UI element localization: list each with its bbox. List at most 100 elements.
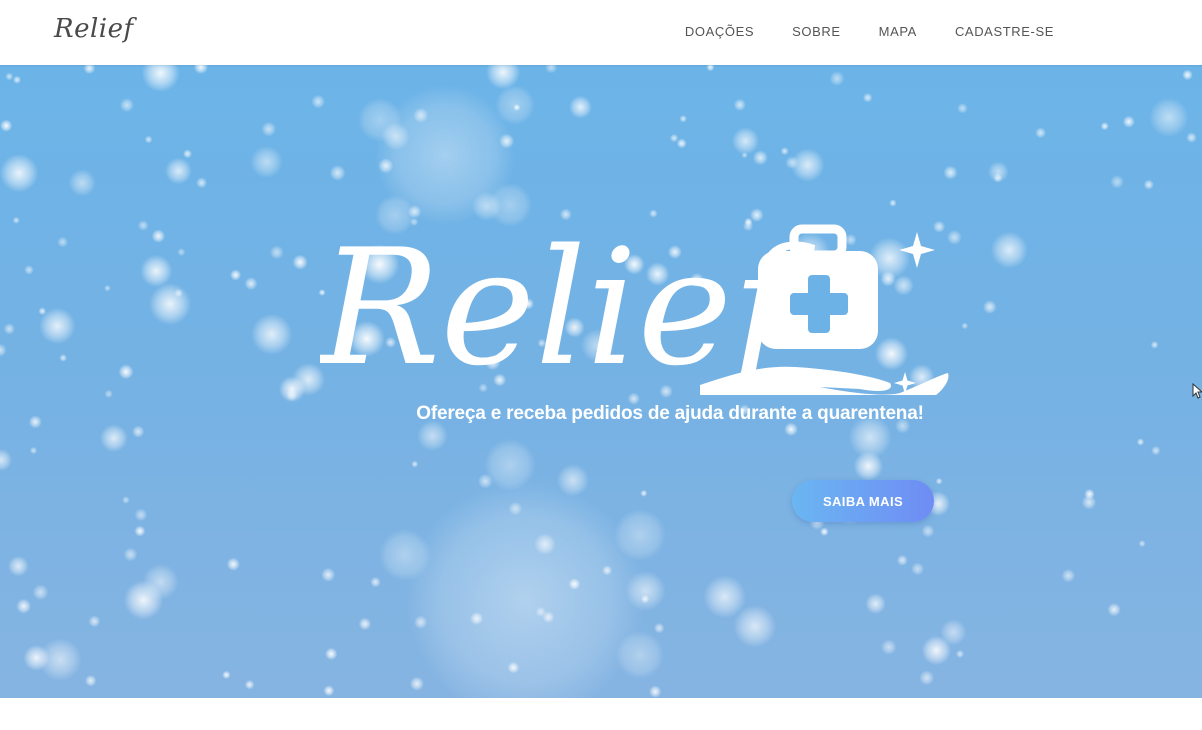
bokeh-dot bbox=[122, 496, 130, 504]
bokeh-dot bbox=[1100, 122, 1109, 131]
bokeh-dot bbox=[23, 644, 50, 671]
bokeh-dot bbox=[140, 254, 173, 288]
nav-menu: DOAÇÕES SOBRE MAPA CADASTRE-SE bbox=[685, 24, 1054, 39]
bokeh-dot bbox=[896, 554, 908, 566]
bokeh-dot bbox=[957, 103, 968, 114]
bokeh-dot bbox=[752, 150, 768, 166]
bokeh-dot bbox=[862, 92, 873, 103]
bokeh-dot bbox=[507, 661, 520, 674]
bokeh-dot bbox=[508, 501, 523, 516]
bokeh-dot bbox=[982, 300, 997, 314]
bokeh-dot bbox=[1136, 438, 1145, 446]
bokeh-dot bbox=[59, 354, 67, 362]
bokeh-dot bbox=[222, 670, 231, 680]
bokeh-dot bbox=[196, 177, 208, 189]
nav-item-sobre[interactable]: SOBRE bbox=[792, 24, 841, 39]
bokeh-dot bbox=[417, 420, 448, 452]
bokeh-dot bbox=[149, 283, 192, 326]
bokeh-dot bbox=[499, 133, 515, 149]
bokeh-dot bbox=[935, 477, 943, 485]
hero-logo: Relief bbox=[320, 214, 949, 395]
mouse-cursor-icon bbox=[1192, 383, 1202, 399]
bokeh-dot bbox=[278, 376, 306, 403]
bokeh-dot bbox=[569, 95, 592, 119]
bokeh-dot bbox=[1150, 341, 1159, 349]
bokeh-dot bbox=[545, 65, 558, 74]
bokeh-dot bbox=[165, 157, 192, 185]
bokeh-dot bbox=[5, 72, 14, 81]
bokeh-dot bbox=[292, 254, 308, 270]
nav-item-doacoes[interactable]: DOAÇÕES bbox=[685, 24, 754, 39]
bokeh-dot bbox=[24, 265, 34, 275]
bokeh-dot bbox=[470, 611, 484, 626]
bokeh-dot bbox=[269, 245, 284, 260]
bokeh-dot bbox=[134, 508, 148, 522]
bokeh-dot bbox=[829, 71, 845, 86]
bokeh-dot bbox=[32, 584, 49, 601]
bokeh-dot bbox=[183, 149, 192, 159]
bokeh-dot bbox=[16, 598, 32, 614]
bokeh-dot bbox=[88, 615, 101, 628]
bokeh-dot bbox=[921, 524, 935, 538]
saiba-mais-button[interactable]: SAIBA MAIS bbox=[792, 480, 934, 522]
bokeh-dot bbox=[1061, 568, 1076, 583]
nav-item-cadastre-se[interactable]: CADASTRE-SE bbox=[955, 24, 1054, 39]
bokeh-dot bbox=[653, 622, 665, 634]
bokeh-dot bbox=[703, 575, 747, 619]
bokeh-dot bbox=[244, 277, 258, 291]
bokeh-dot bbox=[144, 135, 153, 144]
bokeh-dot bbox=[676, 138, 687, 149]
bokeh-dot bbox=[741, 152, 748, 159]
bokeh-dot bbox=[625, 570, 666, 611]
bokeh-dot bbox=[142, 563, 179, 600]
bokeh-dot bbox=[0, 343, 7, 357]
bokeh-dot bbox=[955, 649, 965, 659]
bokeh-dot bbox=[1122, 115, 1135, 128]
sparkle-icon bbox=[899, 232, 935, 268]
bokeh-dot bbox=[961, 322, 969, 330]
bokeh-dot bbox=[535, 606, 546, 618]
bokeh-dot bbox=[414, 615, 428, 629]
bokeh-dot bbox=[1138, 540, 1146, 548]
nav-item-mapa[interactable]: MAPA bbox=[879, 24, 917, 39]
bokeh-dot bbox=[1110, 175, 1124, 189]
bokeh-dot bbox=[1143, 179, 1154, 190]
bokeh-dot bbox=[177, 248, 186, 257]
bokeh-dot bbox=[649, 685, 662, 698]
bokeh-dot bbox=[244, 679, 255, 690]
hero-tagline: Ofereça e receba pedidos de ajuda durant… bbox=[416, 403, 924, 424]
bokeh-dot bbox=[785, 156, 799, 169]
bokeh-dot bbox=[911, 562, 925, 576]
bokeh-dot bbox=[0, 449, 13, 471]
bokeh-dot bbox=[477, 473, 493, 489]
bokeh-dot bbox=[68, 169, 96, 197]
bokeh-dot bbox=[132, 425, 145, 438]
bokeh-dot bbox=[568, 578, 581, 590]
bokeh-dot bbox=[0, 154, 39, 193]
bokeh-dot bbox=[881, 639, 897, 655]
bokeh-dot bbox=[29, 446, 38, 455]
bokeh-dot bbox=[123, 547, 138, 562]
bokeh-dot bbox=[38, 307, 47, 316]
bokeh-dot bbox=[329, 165, 346, 181]
logo-wordmark: Relief bbox=[320, 214, 815, 395]
bokeh-dot bbox=[513, 104, 521, 111]
bokeh-dot bbox=[853, 451, 884, 481]
bokeh-dot bbox=[3, 323, 15, 335]
bokeh-dot bbox=[251, 313, 293, 355]
bokeh-dot bbox=[993, 173, 1003, 183]
bokeh-dot bbox=[640, 594, 650, 604]
bokeh-dot bbox=[921, 635, 952, 666]
bokeh-dot bbox=[731, 127, 760, 155]
bokeh-dot bbox=[7, 555, 29, 577]
brand-logo[interactable]: Relief bbox=[54, 14, 134, 44]
bokeh-dot bbox=[174, 288, 183, 298]
bokeh-dot bbox=[0, 119, 13, 132]
bokeh-dot bbox=[118, 364, 134, 380]
bokeh-dot bbox=[919, 670, 935, 686]
navbar: Relief DOAÇÕES SOBRE MAPA CADASTRE-SE bbox=[0, 0, 1202, 65]
bokeh-dot bbox=[84, 674, 97, 687]
bokeh-dot bbox=[250, 145, 283, 178]
bokeh-dot bbox=[12, 216, 20, 224]
virus-shape-bottom bbox=[379, 439, 666, 698]
